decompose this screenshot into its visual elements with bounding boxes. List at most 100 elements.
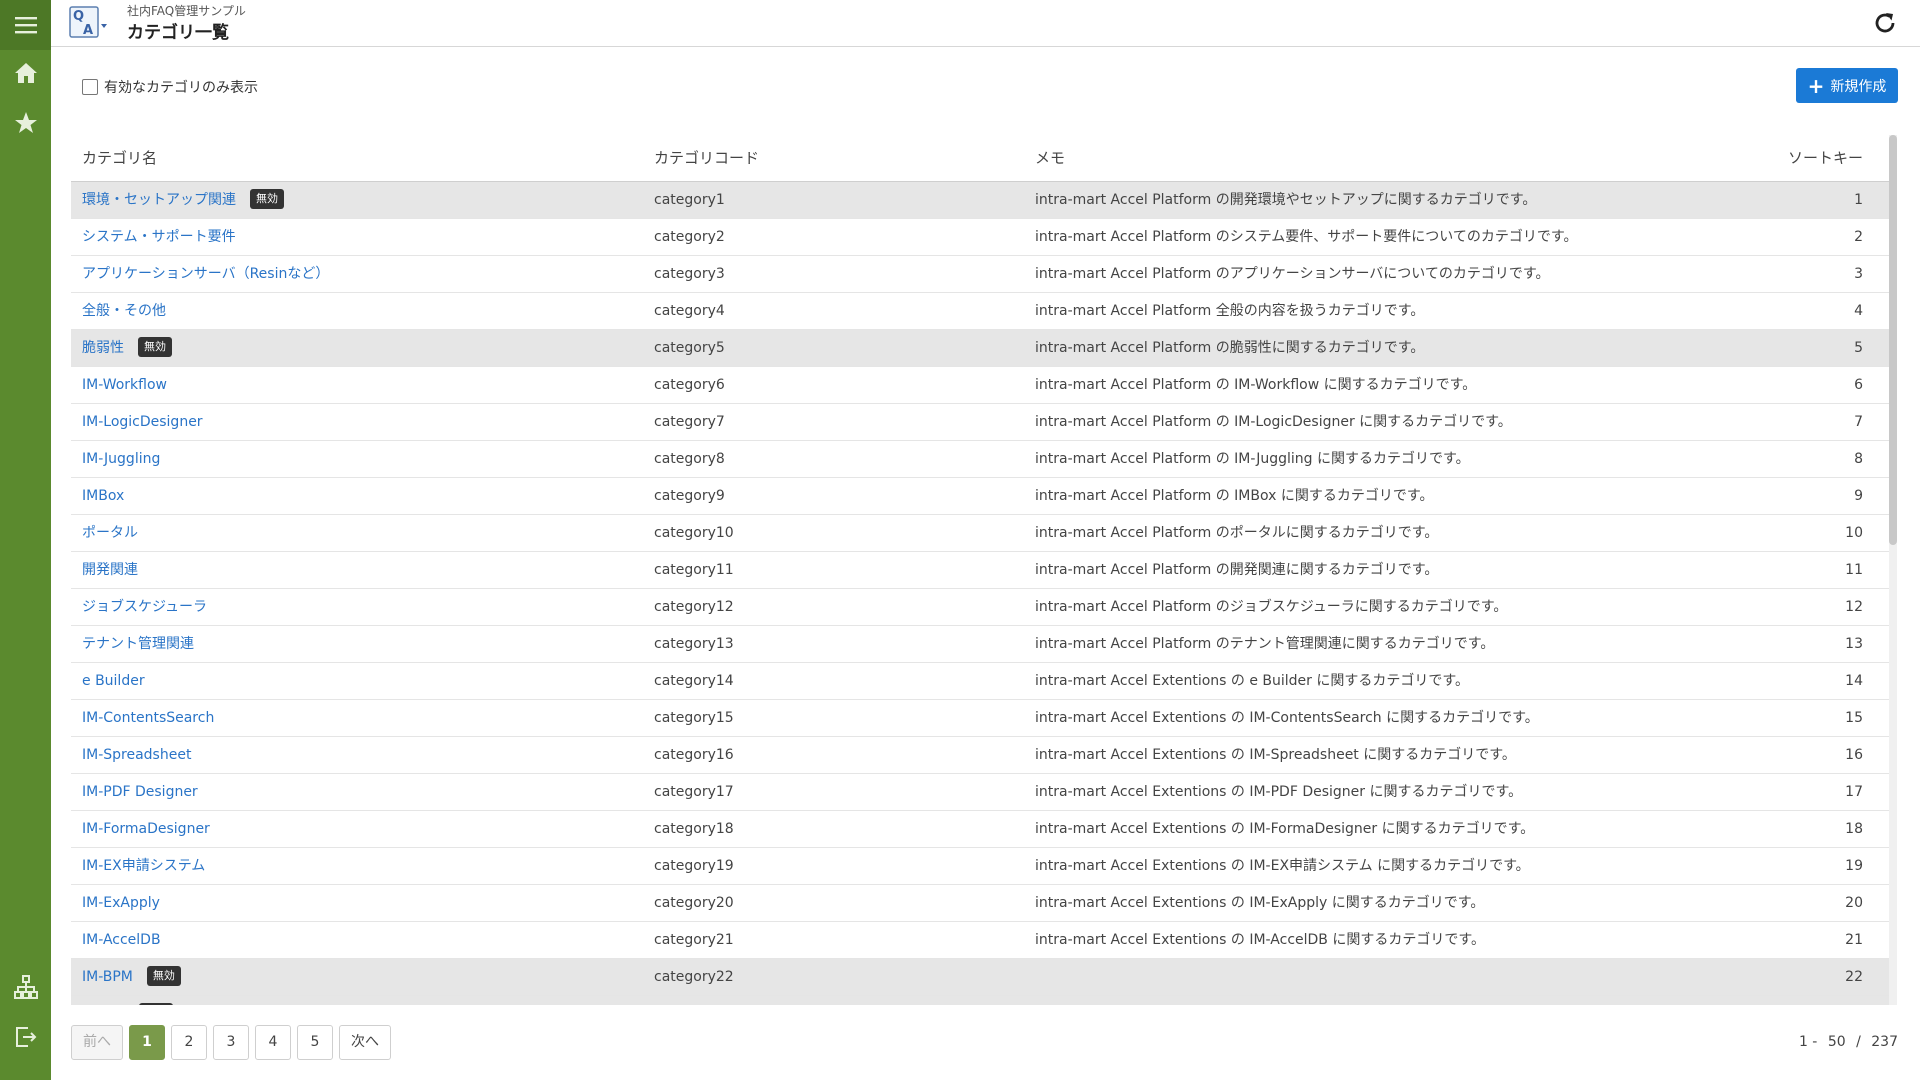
sort-key-cell: 20 xyxy=(1845,895,1863,911)
category-name-link[interactable]: IM-ContentsSearch xyxy=(82,710,214,726)
sort-key-cell: 10 xyxy=(1845,525,1863,541)
sort-key-cell: 14 xyxy=(1845,673,1863,689)
table-row: e Builder category14 intra-mart Accel Exte… xyxy=(71,663,1889,700)
category-name-link[interactable]: IM-FormaDesigner xyxy=(82,821,210,837)
category-name-cell: IM-Juggling xyxy=(82,441,160,477)
sort-key-cell: 17 xyxy=(1845,784,1863,800)
table-row: IM-AccelDB category21 intra-mart Accel Ext… xyxy=(71,922,1889,959)
category-memo-cell: intra-mart Accel Platform の開発関連に関するカテゴリで… xyxy=(1035,562,1439,578)
column-header-sort[interactable]: ソートキー xyxy=(1788,147,1863,168)
category-name-cell: 脆弱性 無効 xyxy=(82,330,172,366)
category-memo-cell: intra-mart Accel Platform の脆弱性に関するカテゴリです… xyxy=(1035,340,1425,356)
category-name-link[interactable]: ポータル xyxy=(82,525,138,541)
category-code-cell: category2 xyxy=(654,229,725,245)
table-row: IM-LogicDesigner category7 intra-mart Acce… xyxy=(71,404,1889,441)
table-scroll-thumb[interactable] xyxy=(1889,135,1897,545)
category-name-link[interactable]: IM-AccelDB xyxy=(82,932,161,948)
page-button-3[interactable]: 3 xyxy=(213,1025,249,1060)
category-name-cell: IM-LogicDesigner xyxy=(82,404,203,440)
category-name-link[interactable]: テナント管理関連 xyxy=(82,636,194,652)
home-icon xyxy=(14,63,37,83)
category-code-cell: category12 xyxy=(654,599,734,615)
category-code-cell: category14 xyxy=(654,673,734,689)
menu-button[interactable] xyxy=(0,0,51,50)
category-name-link[interactable]: IM-Spreadsheet xyxy=(82,747,191,763)
category-code-cell: category4 xyxy=(654,303,725,319)
refresh-button[interactable] xyxy=(1872,10,1898,36)
category-name-link[interactable]: IM-PDF Designer xyxy=(82,784,198,800)
sort-key-cell: 8 xyxy=(1854,451,1863,467)
category-name-link[interactable]: IM-BPM xyxy=(82,969,133,985)
category-name-link[interactable]: IM-EX申請システム xyxy=(82,858,205,874)
category-memo-cell: intra-mart Accel Platform の IM-Workflow … xyxy=(1035,377,1477,393)
category-name-cell: テナント管理関連 xyxy=(82,626,194,662)
category-memo-cell: intra-mart Accel Platform の開発環境やセットアップに関… xyxy=(1035,192,1537,208)
category-name-link[interactable]: 全般・その他 xyxy=(82,303,166,319)
sort-key-cell: 6 xyxy=(1854,377,1863,393)
category-memo-cell: intra-mart Accel Extentions の IM-Content… xyxy=(1035,710,1539,726)
column-header-name[interactable]: カテゴリ名 xyxy=(82,147,157,168)
category-name-cell: IM-BPM 無効 xyxy=(82,959,181,995)
table-row: ジョブスケジューラ category12 intra-mart Accel Plat… xyxy=(71,589,1889,626)
category-name-link[interactable]: ジョブスケジューラ xyxy=(82,599,207,615)
sitemap-icon xyxy=(13,975,38,999)
app-switcher[interactable]: Q A xyxy=(69,6,107,38)
disabled-badge: 無効 xyxy=(138,337,172,357)
sort-key-cell: 2 xyxy=(1854,229,1863,245)
table-scrollbar[interactable] xyxy=(1889,135,1897,1005)
prev-page-button[interactable]: 前へ xyxy=(71,1025,123,1060)
active-only-checkbox[interactable] xyxy=(82,79,98,95)
category-code-cell: category8 xyxy=(654,451,725,467)
sort-key-cell: 19 xyxy=(1845,858,1863,874)
category-name-link[interactable]: e Builder xyxy=(82,673,145,689)
table-body: 環境・セットアップ関連 無効 category1 intra-mart Accel P… xyxy=(71,182,1889,1005)
sitemap-button[interactable] xyxy=(0,962,51,1012)
next-page-button[interactable]: 次へ xyxy=(339,1025,391,1060)
page-button-2[interactable]: 2 xyxy=(171,1025,207,1060)
table-row: 開発関連 category11 intra-mart Accel Platform … xyxy=(71,552,1889,589)
category-name-link[interactable]: 環境・セットアップ関連 xyxy=(82,192,236,208)
app-subtitle: 社内FAQ管理サンプル xyxy=(127,4,246,18)
category-name-cell: 開発関連 xyxy=(82,552,138,588)
category-name-link[interactable]: アプリケーションサーバ（Resinなど） xyxy=(82,266,329,282)
category-code-cell: category13 xyxy=(654,636,734,652)
category-name-link[interactable]: 開発関連 xyxy=(82,562,138,578)
page-button-5[interactable]: 5 xyxy=(297,1025,333,1060)
sort-key-cell: 5 xyxy=(1854,340,1863,356)
page-button-4[interactable]: 4 xyxy=(255,1025,291,1060)
column-header-code[interactable]: カテゴリコード xyxy=(654,147,759,168)
table-row: アプリケーションサーバ（Resinなど） category3 intra-mart … xyxy=(71,256,1889,293)
category-name-cell: ジョブスケジューラ xyxy=(82,589,207,625)
category-name-cell: IM-FormaDesigner xyxy=(82,811,210,847)
sort-key-cell: 1 xyxy=(1854,192,1863,208)
category-name-cell: システム・サポート要件 xyxy=(82,219,236,255)
column-header-memo[interactable]: メモ xyxy=(1035,147,1065,168)
category-name-link[interactable]: IM-ExApply xyxy=(82,895,160,911)
category-name-link[interactable]: IM-LogicDesigner xyxy=(82,414,203,430)
category-code-cell: category11 xyxy=(654,562,734,578)
category-name-link[interactable]: IM-Juggling xyxy=(82,451,160,467)
page-button-1[interactable]: 1 xyxy=(129,1025,165,1060)
home-button[interactable] xyxy=(0,48,51,98)
active-only-filter[interactable]: 有効なカテゴリのみ表示 xyxy=(82,77,258,97)
category-name-link[interactable]: 脆弱性 xyxy=(82,340,124,356)
table-row: ポータル category10 intra-mart Accel Platform … xyxy=(71,515,1889,552)
sort-key-cell: 3 xyxy=(1854,266,1863,282)
category-name-link[interactable]: システム・サポート要件 xyxy=(82,229,236,245)
category-name-link[interactable]: IM-Workflow xyxy=(82,377,167,393)
table-row: IM-ContentsSearch category15 intra-mart Ac… xyxy=(71,700,1889,737)
category-code-cell: category22 xyxy=(654,969,734,985)
category-memo-cell: intra-mart Accel Platform 全般の内容を扱うカテゴリです… xyxy=(1035,303,1425,319)
category-name-cell: IM-Workflow xyxy=(82,367,167,403)
category-name-cell: e Builder xyxy=(82,663,145,699)
new-category-button[interactable]: + 新規作成 xyxy=(1796,68,1898,103)
category-name-link[interactable]: IMBox xyxy=(82,488,124,504)
category-name-cell: アプリケーションサーバ（Resinなど） xyxy=(82,256,329,292)
favorites-button[interactable] xyxy=(0,98,51,148)
header: Q A 社内FAQ管理サンプル カテゴリ一覧 xyxy=(51,0,1920,47)
disabled-badge: 無効 xyxy=(139,1003,174,1005)
logout-button[interactable] xyxy=(0,1012,51,1062)
category-name-cell: ポータル xyxy=(82,515,138,551)
logo-letter-a: A xyxy=(83,23,93,38)
category-memo-cell: intra-mart Accel Extentions の e Builder … xyxy=(1035,673,1469,689)
